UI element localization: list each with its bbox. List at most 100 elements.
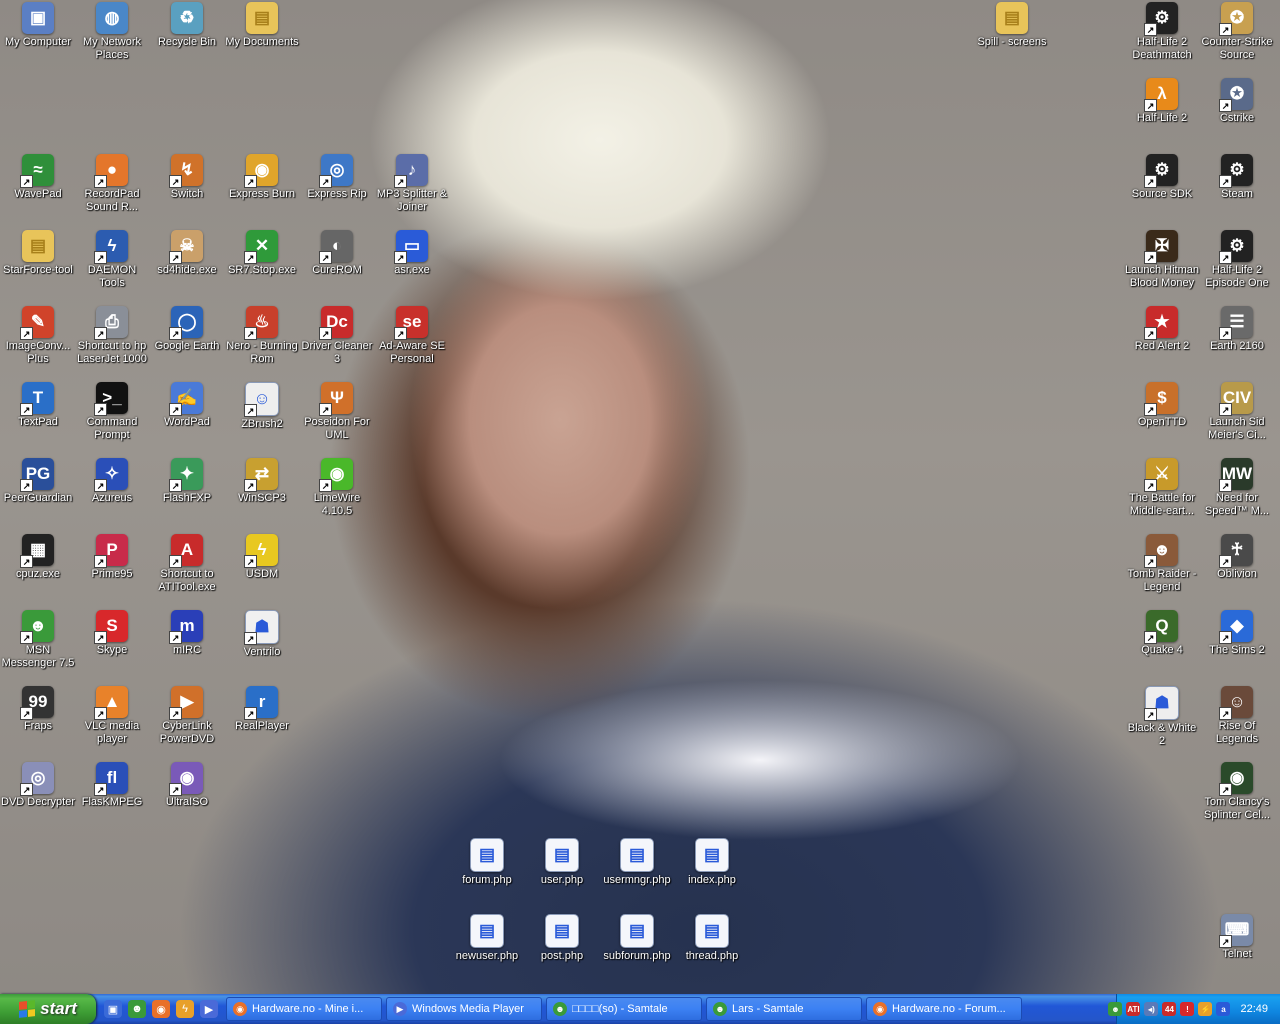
winamp-icon[interactable]: ϟ <box>176 1000 194 1018</box>
desktop-icon[interactable]: ☻ ↗ MSN Messenger 7.5 <box>0 610 76 670</box>
desktop-icon[interactable]: ⚙ ↗ Half-Life 2 Episode One <box>1199 230 1275 290</box>
show-desktop-icon[interactable]: ▣ <box>104 1000 122 1018</box>
messenger-icon[interactable]: ☻ <box>128 1000 146 1018</box>
desktop-icon[interactable]: 99 ↗ Fraps <box>0 686 76 733</box>
desktop-icon[interactable]: ▤ post.php <box>524 914 600 963</box>
desktop-icon[interactable]: ◉ ↗ Express Burn <box>224 154 300 201</box>
taskbar-button[interactable]: ☻ Lars - Samtale <box>706 997 862 1021</box>
desktop-icon[interactable]: ⚙ ↗ Steam <box>1199 154 1275 201</box>
desktop-icon[interactable]: CIV ↗ Launch Sid Meier's Ci... <box>1199 382 1275 442</box>
desktop-icon[interactable]: ☰ ↗ Earth 2160 <box>1199 306 1275 353</box>
taskbar-button[interactable]: ▶ Windows Media Player <box>386 997 542 1021</box>
desktop-icon[interactable]: ◯ ↗ Google Earth <box>149 306 225 353</box>
desktop-icon[interactable]: $ ↗ OpenTTD <box>1124 382 1200 429</box>
desktop-icon[interactable]: ↯ ↗ Switch <box>149 154 225 201</box>
desktop-icon[interactable]: ☠ ↗ sd4hide.exe <box>149 230 225 277</box>
desktop-icon[interactable]: ◉ ↗ Tom Clancy's Splinter Cel... <box>1199 762 1275 822</box>
desktop-icon[interactable]: ◐ ↗ CureROM <box>299 230 375 277</box>
desktop-icon[interactable]: PG ↗ PeerGuardian <box>0 458 76 505</box>
ad-aware-tray-icon[interactable]: a <box>1216 1002 1231 1016</box>
desktop-icon[interactable]: ★ ↗ Red Alert 2 <box>1124 306 1200 353</box>
desktop-icon[interactable]: ☗ ↗ Ventrilo <box>224 610 300 659</box>
desktop-icon[interactable]: ⎙ ↗ Shortcut to hp LaserJet 1000 <box>74 306 150 366</box>
desktop-icon[interactable]: A ↗ Shortcut to ATITool.exe <box>149 534 225 594</box>
desktop-icon[interactable]: ▭ ↗ asr.exe <box>374 230 450 277</box>
desktop-icon[interactable]: MW ↗ Need for Speed™ M... <box>1199 458 1275 518</box>
network-tray-icon[interactable]: ☻ <box>1108 1002 1123 1016</box>
desktop-icon[interactable]: ▤ forum.php <box>449 838 525 887</box>
desktop-icon[interactable]: ⌨ ↗ Telnet <box>1199 914 1275 961</box>
start-button[interactable]: start <box>0 994 96 1024</box>
volume-tray-icon[interactable]: ◂) <box>1144 1002 1159 1016</box>
desktop-icon[interactable]: fl ↗ FlasKMPEG <box>74 762 150 809</box>
desktop-icon[interactable]: Q ↗ Quake 4 <box>1124 610 1200 657</box>
desktop-icon[interactable]: λ ↗ Half-Life 2 <box>1124 78 1200 125</box>
desktop-icon[interactable]: r ↗ RealPlayer <box>224 686 300 733</box>
taskbar-button[interactable]: ◉ Hardware.no - Forum... <box>866 997 1022 1021</box>
update-tray-icon[interactable]: ⚡ <box>1198 1002 1213 1016</box>
shortcut-arrow-icon: ↗ <box>1219 251 1232 264</box>
ati-tray-icon[interactable]: ATI <box>1126 1002 1141 1016</box>
desktop-icon[interactable]: Dc ↗ Driver Cleaner 3 <box>299 306 375 366</box>
desktop-icon[interactable]: ⇄ ↗ WinSCP3 <box>224 458 300 505</box>
desktop-icon[interactable]: ♰ ↗ Oblivion <box>1199 534 1275 581</box>
desktop-icon[interactable]: ✠ ↗ Launch Hitman Blood Money <box>1124 230 1200 290</box>
desktop-icon[interactable]: ◎ ↗ DVD Decrypter <box>0 762 76 809</box>
desktop-icon[interactable]: ☺ ↗ Rise Of Legends <box>1199 686 1275 746</box>
desktop-icon[interactable]: ⚙ ↗ Source SDK <box>1124 154 1200 201</box>
desktop-icon[interactable]: P ↗ Prime95 <box>74 534 150 581</box>
taskbar-button[interactable]: ◉ Hardware.no - Mine i... <box>226 997 382 1021</box>
desktop-icon[interactable]: ♻ Recycle Bin <box>149 2 225 49</box>
desktop-icon[interactable]: ✎ ↗ ImageConv... Plus <box>0 306 76 366</box>
taskbar-button[interactable]: ☻ □□□□(so) - Samtale <box>546 997 702 1021</box>
desktop-icon[interactable]: ✦ ↗ FlashFXP <box>149 458 225 505</box>
desktop-icon[interactable]: ▣ My Computer <box>0 2 76 49</box>
desktop-icon[interactable]: se ↗ Ad-Aware SE Personal <box>374 306 450 366</box>
cpu-temp-tray-icon[interactable]: 44 <box>1162 1002 1177 1016</box>
desktop-icon-label: DAEMON Tools <box>87 264 137 289</box>
desktop-icon[interactable]: S ↗ Skype <box>74 610 150 657</box>
desktop-icon[interactable]: ▶ ↗ CyberLink PowerDVD <box>149 686 225 746</box>
desktop-icon[interactable]: Ψ ↗ Poseidon For UML <box>299 382 375 442</box>
desktop-icon[interactable]: ▤ usermngr.php <box>599 838 675 887</box>
desktop-icon[interactable]: ⚔ ↗ The Battle for Middle-eart... <box>1124 458 1200 518</box>
desktop-icon[interactable]: ◆ ↗ The Sims 2 <box>1199 610 1275 657</box>
desktop-icon[interactable]: ≈ ↗ WavePad <box>0 154 76 201</box>
desktop-icon[interactable]: ✕ ↗ SR7.Stop.exe <box>224 230 300 277</box>
desktop-icon[interactable]: ☻ ↗ Tomb Raider - Legend <box>1124 534 1200 594</box>
desktop-icon[interactable]: m ↗ mIRC <box>149 610 225 657</box>
desktop-icon[interactable]: ▤ newuser.php <box>449 914 525 963</box>
desktop-icon[interactable]: ✪ ↗ Counter-Strike Source <box>1199 2 1275 62</box>
desktop-icon[interactable]: ♨ ↗ Nero - Burning Rom <box>224 306 300 366</box>
desktop-icon[interactable]: ▤ index.php <box>674 838 750 887</box>
desktop-icon[interactable]: ✧ ↗ Azureus <box>74 458 150 505</box>
desktop-icon[interactable]: ▤ Spill - screens <box>974 2 1050 49</box>
desktop-icon[interactable]: ✪ ↗ Cstrike <box>1199 78 1275 125</box>
desktop-icon[interactable]: ▤ subforum.php <box>599 914 675 963</box>
desktop-icon[interactable]: ☗ ↗ Black & White 2 <box>1124 686 1200 748</box>
desktop-icon[interactable]: ▤ My Documents <box>224 2 300 49</box>
desktop-icon[interactable]: ϟ ↗ DAEMON Tools <box>74 230 150 290</box>
desktop-icon[interactable]: ◉ ↗ LimeWire 4.10.5 <box>299 458 375 518</box>
desktop-icon[interactable]: >_ ↗ Command Prompt <box>74 382 150 442</box>
firefox-icon[interactable]: ◉ <box>152 1000 170 1018</box>
desktop-icon[interactable]: ϟ ↗ USDM <box>224 534 300 581</box>
desktop-icon[interactable]: ▤ user.php <box>524 838 600 887</box>
media-player-icon[interactable]: ▶ <box>200 1000 218 1018</box>
desktop-icon[interactable]: ◍ My Network Places <box>74 2 150 62</box>
desktop-icon[interactable]: ◉ ↗ UltraISO <box>149 762 225 809</box>
desktop-icon[interactable]: ▤ StarForce-tool <box>0 230 76 277</box>
desktop-icon[interactable]: ▤ thread.php <box>674 914 750 963</box>
desktop-icon[interactable]: ▲ ↗ VLC media player <box>74 686 150 746</box>
desktop-icon[interactable]: ◎ ↗ Express Rip <box>299 154 375 201</box>
desktop[interactable]: ▣ My Computer ◍ My Network Places ♻ Recycle B… <box>0 0 1280 994</box>
desktop-icon[interactable]: ☺ ↗ ZBrush2 <box>224 382 300 431</box>
desktop-icon[interactable]: ♪ ↗ MP3 Splitter & Joiner <box>374 154 450 214</box>
desktop-icon[interactable]: ▦ ↗ cpuz.exe <box>0 534 76 581</box>
desktop-icon[interactable]: ⚙ ↗ Half-Life 2 Deathmatch <box>1124 2 1200 62</box>
clock[interactable]: 22:49 <box>1240 1003 1268 1015</box>
desktop-icon[interactable]: ✍ ↗ WordPad <box>149 382 225 429</box>
desktop-icon[interactable]: ● ↗ RecordPad Sound R... <box>74 154 150 214</box>
desktop-icon[interactable]: T ↗ TextPad <box>0 382 76 429</box>
security-tray-icon[interactable]: ! <box>1180 1002 1195 1016</box>
